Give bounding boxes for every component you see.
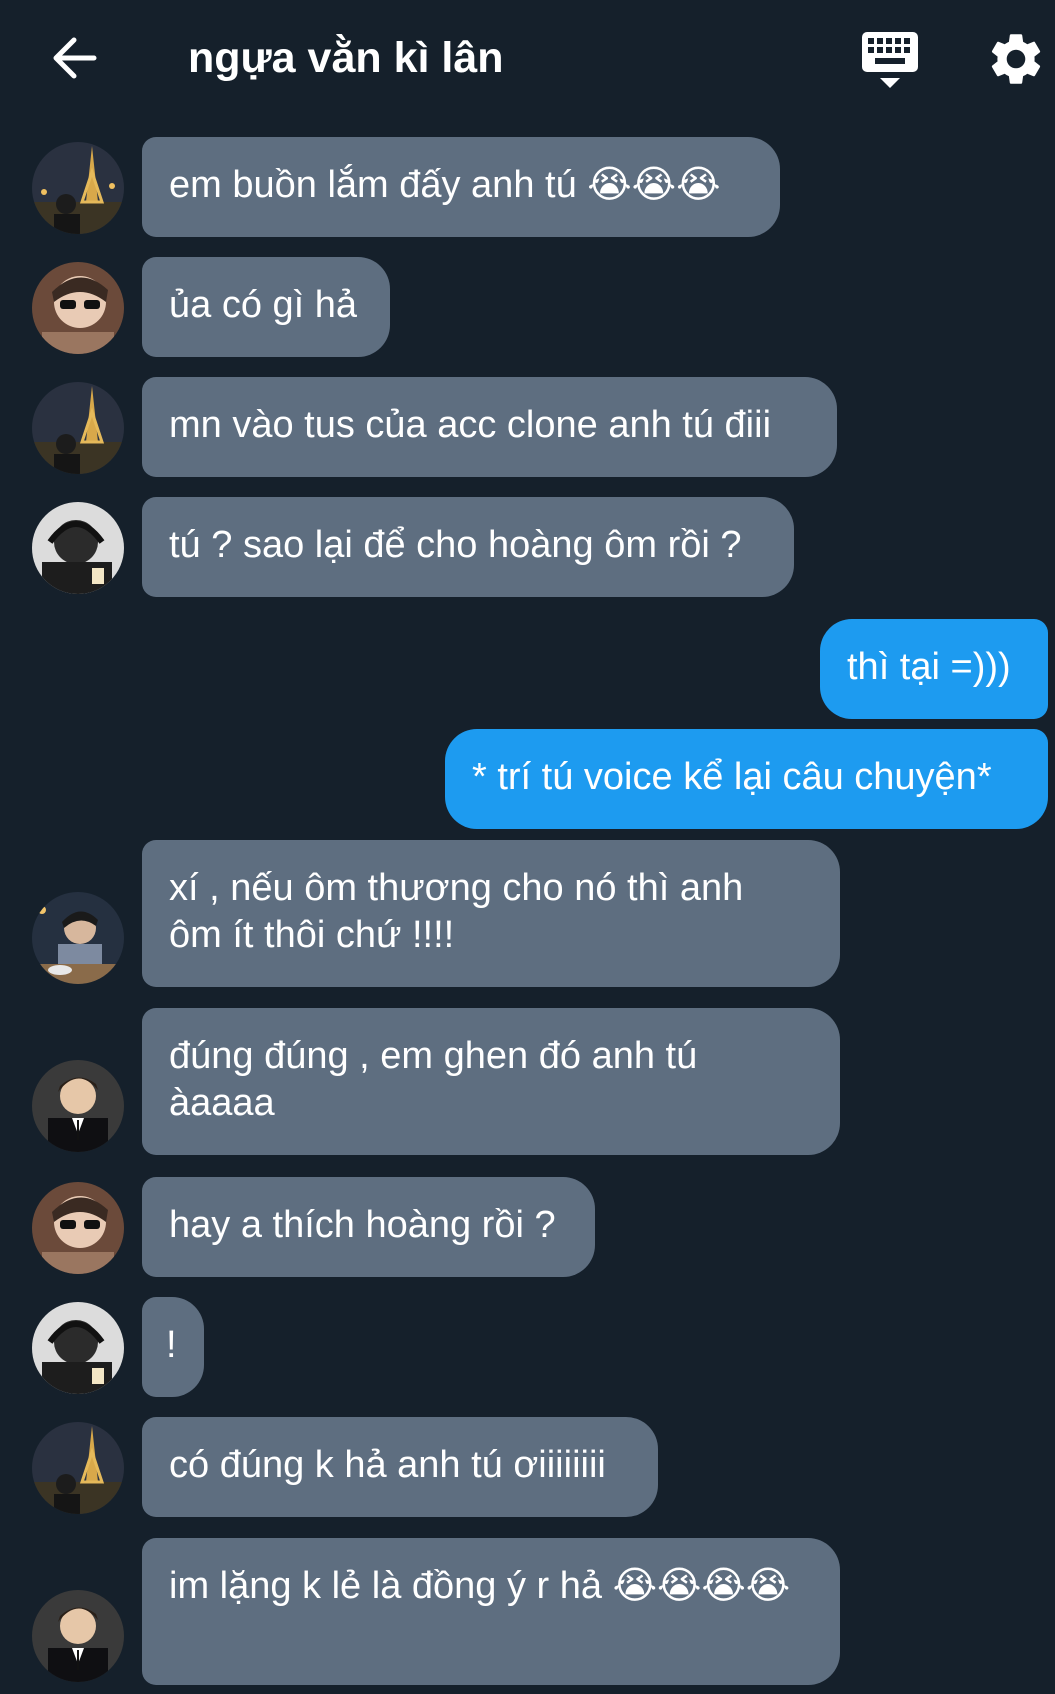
message-bubble[interactable]: xí , nếu ôm thương cho nó thì anh ôm ít … bbox=[142, 840, 840, 987]
message-text: mn vào tus của acc clone anh tú điii bbox=[169, 404, 772, 446]
crying-face-emoji: 😭😭😭😭 bbox=[612, 1565, 791, 1607]
message-text: thì tại =))) bbox=[847, 646, 1011, 688]
gear-icon bbox=[991, 34, 1041, 84]
message-bubble[interactable]: thì tại =))) bbox=[820, 619, 1048, 719]
headphones-portrait bbox=[32, 502, 124, 594]
avatar[interactable] bbox=[32, 382, 124, 474]
avatar[interactable] bbox=[32, 1422, 124, 1514]
message-text: im lặng k lẻ là đồng ý r hả bbox=[169, 1565, 613, 1607]
message-text: xí , nếu ôm thương cho nó thì anh ôm ít … bbox=[169, 867, 744, 956]
message-text: tú ? sao lại để cho hoàng ôm rồi ? bbox=[169, 524, 742, 566]
message-text: * trí tú voice kể lại câu chuyện* bbox=[472, 756, 992, 798]
chat-header: ngựa vằn kì lân bbox=[0, 0, 1055, 118]
message-bubble[interactable]: tú ? sao lại để cho hoàng ôm rồi ? bbox=[142, 497, 794, 597]
message-text: có đúng k hả anh tú ơiiiiiiii bbox=[169, 1444, 606, 1486]
message-bubble[interactable]: đúng đúng , em ghen đó anh tú àaaaa bbox=[142, 1008, 840, 1155]
eiffel-tower-photo bbox=[32, 382, 124, 474]
suit-portrait bbox=[32, 1590, 124, 1682]
avatar[interactable] bbox=[32, 1590, 124, 1682]
dinner-table-photo bbox=[32, 892, 124, 984]
avatar[interactable] bbox=[32, 892, 124, 984]
back-button[interactable] bbox=[44, 28, 104, 88]
message-bubble[interactable]: im lặng k lẻ là đồng ý r hả 😭😭😭😭 bbox=[142, 1538, 840, 1685]
sunglasses-portrait bbox=[32, 262, 124, 354]
message-bubble[interactable]: hay a thích hoàng rồi ? bbox=[142, 1177, 595, 1277]
message-bubble[interactable]: ! bbox=[142, 1297, 204, 1397]
avatar[interactable] bbox=[32, 1060, 124, 1152]
message-bubble[interactable]: mn vào tus của acc clone anh tú điii bbox=[142, 377, 837, 477]
avatar[interactable] bbox=[32, 1302, 124, 1394]
headphones-portrait bbox=[32, 1302, 124, 1394]
message-bubble[interactable]: ủa có gì hả bbox=[142, 257, 390, 357]
message-bubble[interactable]: có đúng k hả anh tú ơiiiiiiii bbox=[142, 1417, 658, 1517]
keyboard-icon bbox=[862, 32, 918, 88]
message-text: ! bbox=[166, 1324, 177, 1366]
crying-face-emoji: 😭😭😭 bbox=[587, 164, 721, 206]
message-text: em buồn lắm đấy anh tú bbox=[169, 164, 588, 206]
arrow-left-icon bbox=[53, 37, 97, 79]
settings-button[interactable] bbox=[985, 28, 1047, 90]
sunglasses-portrait bbox=[32, 1182, 124, 1274]
suit-portrait bbox=[32, 1060, 124, 1152]
avatar[interactable] bbox=[32, 262, 124, 354]
avatar[interactable] bbox=[32, 1182, 124, 1274]
message-text: ủa có gì hả bbox=[169, 284, 358, 326]
avatar[interactable] bbox=[32, 142, 124, 234]
eiffel-tower-photo bbox=[32, 142, 124, 234]
keyboard-button[interactable] bbox=[858, 28, 922, 92]
message-text: đúng đúng , em ghen đó anh tú àaaaa bbox=[169, 1035, 698, 1124]
avatar[interactable] bbox=[32, 502, 124, 594]
chat-title: ngựa vằn kì lân bbox=[188, 34, 504, 82]
eiffel-tower-photo bbox=[32, 1422, 124, 1514]
message-bubble[interactable]: em buồn lắm đấy anh tú 😭😭😭 bbox=[142, 137, 780, 237]
message-bubble[interactable]: * trí tú voice kể lại câu chuyện* bbox=[445, 729, 1048, 829]
message-text: hay a thích hoàng rồi ? bbox=[169, 1204, 556, 1246]
